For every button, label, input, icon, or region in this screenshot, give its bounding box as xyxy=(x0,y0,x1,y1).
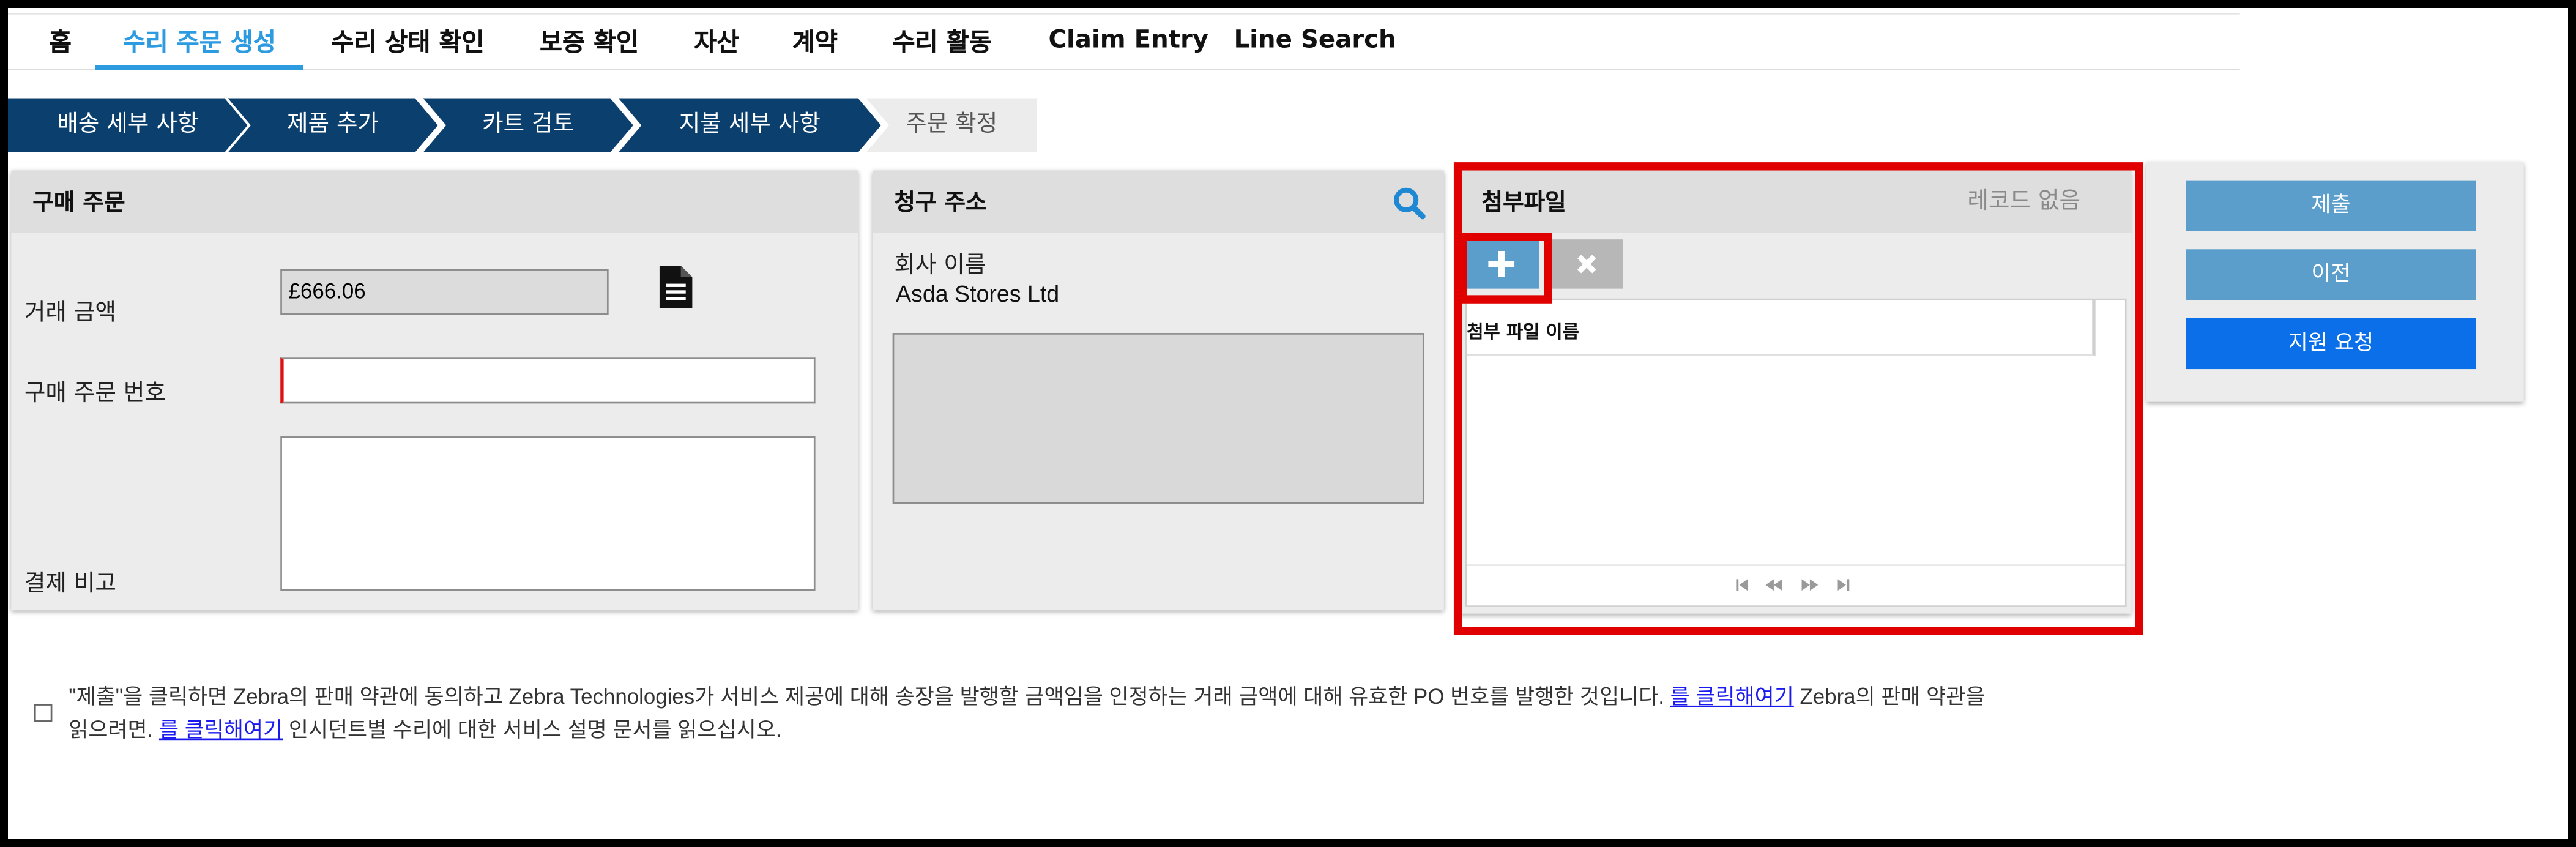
nav-home[interactable]: 홈 xyxy=(49,24,72,59)
service-description-link[interactable]: 를 클릭해여기 xyxy=(159,717,283,742)
billing-address-header: 청구 주소 xyxy=(873,170,1444,233)
nav-line-search[interactable]: Line Search xyxy=(1234,24,1396,54)
step-shipping-details[interactable]: 배송 세부 사항 xyxy=(8,99,248,153)
terms-text-part2: Zebra의 판매 약관을 xyxy=(1793,684,1986,709)
terms-text: "제출"을 클릭하면 Zebra의 판매 약관에 동의하고 Zebra Tech… xyxy=(69,681,2219,747)
attachments-highlight-box xyxy=(1453,162,2143,635)
po-number-label: 구매 주문 번호 xyxy=(24,380,166,407)
page-frame: 홈 수리 주문 생성 수리 상태 확인 보증 확인 자산 계약 수리 활동 Cl… xyxy=(8,8,2568,839)
terms-text-part4: 인시던트별 수리에 대한 서비스 설명 문서를 읽으십시오. xyxy=(283,717,782,742)
po-number-input[interactable] xyxy=(280,357,816,404)
payment-notes-label: 결제 비고 xyxy=(24,570,116,597)
nav-create-repair-order[interactable]: 수리 주문 생성 xyxy=(123,24,276,59)
document-icon[interactable] xyxy=(659,266,693,315)
submit-button[interactable]: 제출 xyxy=(2186,180,2476,231)
nav-warranty-check[interactable]: 보증 확인 xyxy=(540,24,639,59)
purchase-order-title: 구매 주문 xyxy=(32,190,125,217)
terms-checkbox[interactable] xyxy=(34,704,53,722)
terms-of-sale-link[interactable]: 를 클릭해여기 xyxy=(1670,684,1794,709)
previous-button[interactable]: 이전 xyxy=(2186,249,2476,300)
step-payment-details[interactable]: 지불 세부 사항 xyxy=(619,99,881,153)
purchase-order-panel: 구매 주문 거래 금액 £666.06 구매 주문 번호 결제 비고 xyxy=(11,170,858,611)
terms-text-part1: "제출"을 클릭하면 Zebra의 판매 약관에 동의하고 Zebra Tech… xyxy=(69,684,1670,709)
billing-address-textarea[interactable] xyxy=(892,333,1424,504)
amount-label: 거래 금액 xyxy=(24,300,116,327)
nav-repair-activity[interactable]: 수리 활동 xyxy=(893,24,992,59)
nav-repair-status[interactable]: 수리 상태 확인 xyxy=(331,24,484,59)
company-name-label: 회사 이름 xyxy=(894,252,986,279)
top-nav: 홈 수리 주문 생성 수리 상태 확인 보증 확인 자산 계약 수리 활동 Cl… xyxy=(8,13,2240,70)
billing-address-title: 청구 주소 xyxy=(894,190,987,217)
purchase-order-header: 구매 주문 xyxy=(11,170,858,233)
step-order-confirm: 주문 확정 xyxy=(866,98,1037,153)
company-name-value: Asda Stores Ltd xyxy=(896,280,1060,307)
nav-claim-entry[interactable]: Claim Entry xyxy=(1048,24,1208,54)
terms-text-part3: 읽으려면. xyxy=(69,717,159,742)
step-cart-review[interactable]: 카트 검토 xyxy=(423,99,633,153)
app-canvas: 홈 수리 주문 생성 수리 상태 확인 보증 확인 자산 계약 수리 활동 Cl… xyxy=(8,8,2568,839)
payment-notes-textarea[interactable] xyxy=(280,436,816,591)
search-icon[interactable] xyxy=(1393,187,1426,226)
nav-active-indicator xyxy=(95,65,303,70)
support-request-button[interactable]: 지원 요청 xyxy=(2186,318,2476,370)
nav-contracts[interactable]: 계약 xyxy=(792,24,838,59)
billing-address-panel: 청구 주소 회사 이름 Asda Stores Ltd xyxy=(873,170,1444,611)
add-button-highlight-box xyxy=(1458,233,1552,304)
step-add-product[interactable]: 제품 추가 xyxy=(228,99,437,153)
amount-field: £666.06 xyxy=(280,269,609,315)
nav-assets[interactable]: 자산 xyxy=(694,24,739,59)
